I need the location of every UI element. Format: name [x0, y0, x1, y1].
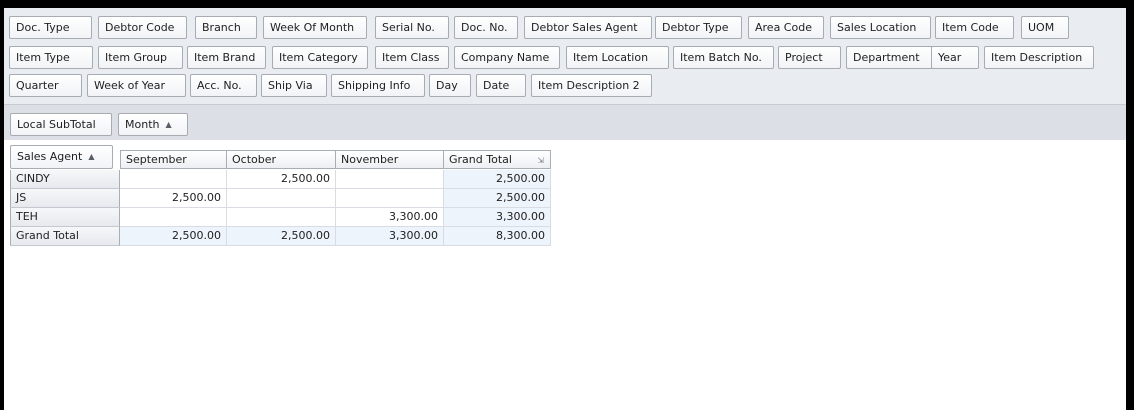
- field-item-location[interactable]: Item Location: [566, 46, 669, 69]
- field-item-type[interactable]: Item Type: [9, 46, 93, 69]
- field-date[interactable]: Date: [476, 74, 526, 97]
- column-field-label: Month: [125, 118, 160, 131]
- field-item-group[interactable]: Item Group: [98, 46, 183, 69]
- field-sales-location[interactable]: Sales Location: [830, 16, 931, 39]
- pivot-grid-window: Doc. Type Debtor Code Branch Week Of Mon…: [4, 8, 1126, 410]
- cell-grand-total-september: 2,500.00: [120, 227, 227, 246]
- field-company-name[interactable]: Company Name: [454, 46, 560, 69]
- row-header-cindy[interactable]: CINDY: [10, 170, 120, 189]
- cell-teh-november: 3,300.00: [336, 208, 444, 227]
- field-item-code[interactable]: Item Code: [935, 16, 1014, 39]
- field-doc-type[interactable]: Doc. Type: [9, 16, 92, 39]
- cell-teh-october: [227, 208, 336, 227]
- cell-js-october: [227, 189, 336, 208]
- field-ship-via[interactable]: Ship Via: [261, 74, 327, 97]
- field-item-category[interactable]: Item Category: [272, 46, 368, 69]
- field-debtor-type[interactable]: Debtor Type: [655, 16, 742, 39]
- row-field-sales-agent[interactable]: Sales Agent ▲: [10, 145, 113, 169]
- field-year[interactable]: Year: [931, 46, 979, 69]
- field-item-description[interactable]: Item Description: [984, 46, 1094, 69]
- cell-grand-total-november: 3,300.00: [336, 227, 444, 246]
- row-header-grand-total[interactable]: Grand Total: [10, 227, 120, 246]
- data-field-area: Local SubTotal Month ▲: [4, 104, 1126, 140]
- field-item-brand[interactable]: Item Brand: [187, 46, 266, 69]
- field-doc-no[interactable]: Doc. No.: [454, 16, 518, 39]
- field-serial-no[interactable]: Serial No.: [375, 16, 449, 39]
- filter-icon: ⇲: [537, 156, 544, 165]
- row-header-teh[interactable]: TEH: [10, 208, 120, 227]
- cell-cindy-october: 2,500.00: [227, 170, 336, 189]
- field-day[interactable]: Day: [429, 74, 471, 97]
- cell-cindy-grand-total: 2,500.00: [444, 170, 551, 189]
- column-header-september[interactable]: September: [120, 150, 227, 169]
- column-header-november[interactable]: November: [336, 150, 444, 169]
- field-area-code[interactable]: Area Code: [748, 16, 824, 39]
- row-header-js[interactable]: JS: [10, 189, 120, 208]
- row-field-label: Sales Agent: [17, 150, 83, 163]
- field-shipping-info[interactable]: Shipping Info: [331, 74, 425, 97]
- cell-teh-september: [120, 208, 227, 227]
- column-header-october[interactable]: October: [227, 150, 336, 169]
- cell-js-grand-total: 2,500.00: [444, 189, 551, 208]
- field-week-of-month[interactable]: Week Of Month: [263, 16, 367, 39]
- column-header-label: Grand Total: [449, 153, 512, 166]
- field-item-batch-no[interactable]: Item Batch No.: [673, 46, 774, 69]
- field-item-class[interactable]: Item Class: [375, 46, 449, 69]
- field-department[interactable]: Department: [846, 46, 936, 69]
- field-acc-no[interactable]: Acc. No.: [190, 74, 257, 97]
- field-quarter[interactable]: Quarter: [9, 74, 82, 97]
- cell-js-november: [336, 189, 444, 208]
- cell-cindy-november: [336, 170, 444, 189]
- field-branch[interactable]: Branch: [195, 16, 257, 39]
- cell-grand-total-october: 2,500.00: [227, 227, 336, 246]
- column-field-month[interactable]: Month ▲: [118, 113, 188, 136]
- field-project[interactable]: Project: [778, 46, 841, 69]
- field-debtor-sales-agent[interactable]: Debtor Sales Agent: [524, 16, 652, 39]
- field-item-description-2[interactable]: Item Description 2: [531, 74, 652, 97]
- data-field-local-subtotal[interactable]: Local SubTotal: [10, 113, 112, 136]
- field-chooser-area: Doc. Type Debtor Code Branch Week Of Mon…: [4, 8, 1126, 104]
- column-header-grand-total[interactable]: Grand Total ⇲: [444, 150, 551, 169]
- cell-cindy-september: [120, 170, 227, 189]
- field-uom[interactable]: UOM: [1021, 16, 1069, 39]
- sort-ascending-icon: ▲: [88, 152, 95, 161]
- sort-ascending-icon: ▲: [165, 120, 172, 129]
- cell-grand-total-overall: 8,300.00: [444, 227, 551, 246]
- cell-js-september: 2,500.00: [120, 189, 227, 208]
- field-week-of-year[interactable]: Week of Year: [87, 74, 186, 97]
- field-debtor-code[interactable]: Debtor Code: [98, 16, 187, 39]
- cell-teh-grand-total: 3,300.00: [444, 208, 551, 227]
